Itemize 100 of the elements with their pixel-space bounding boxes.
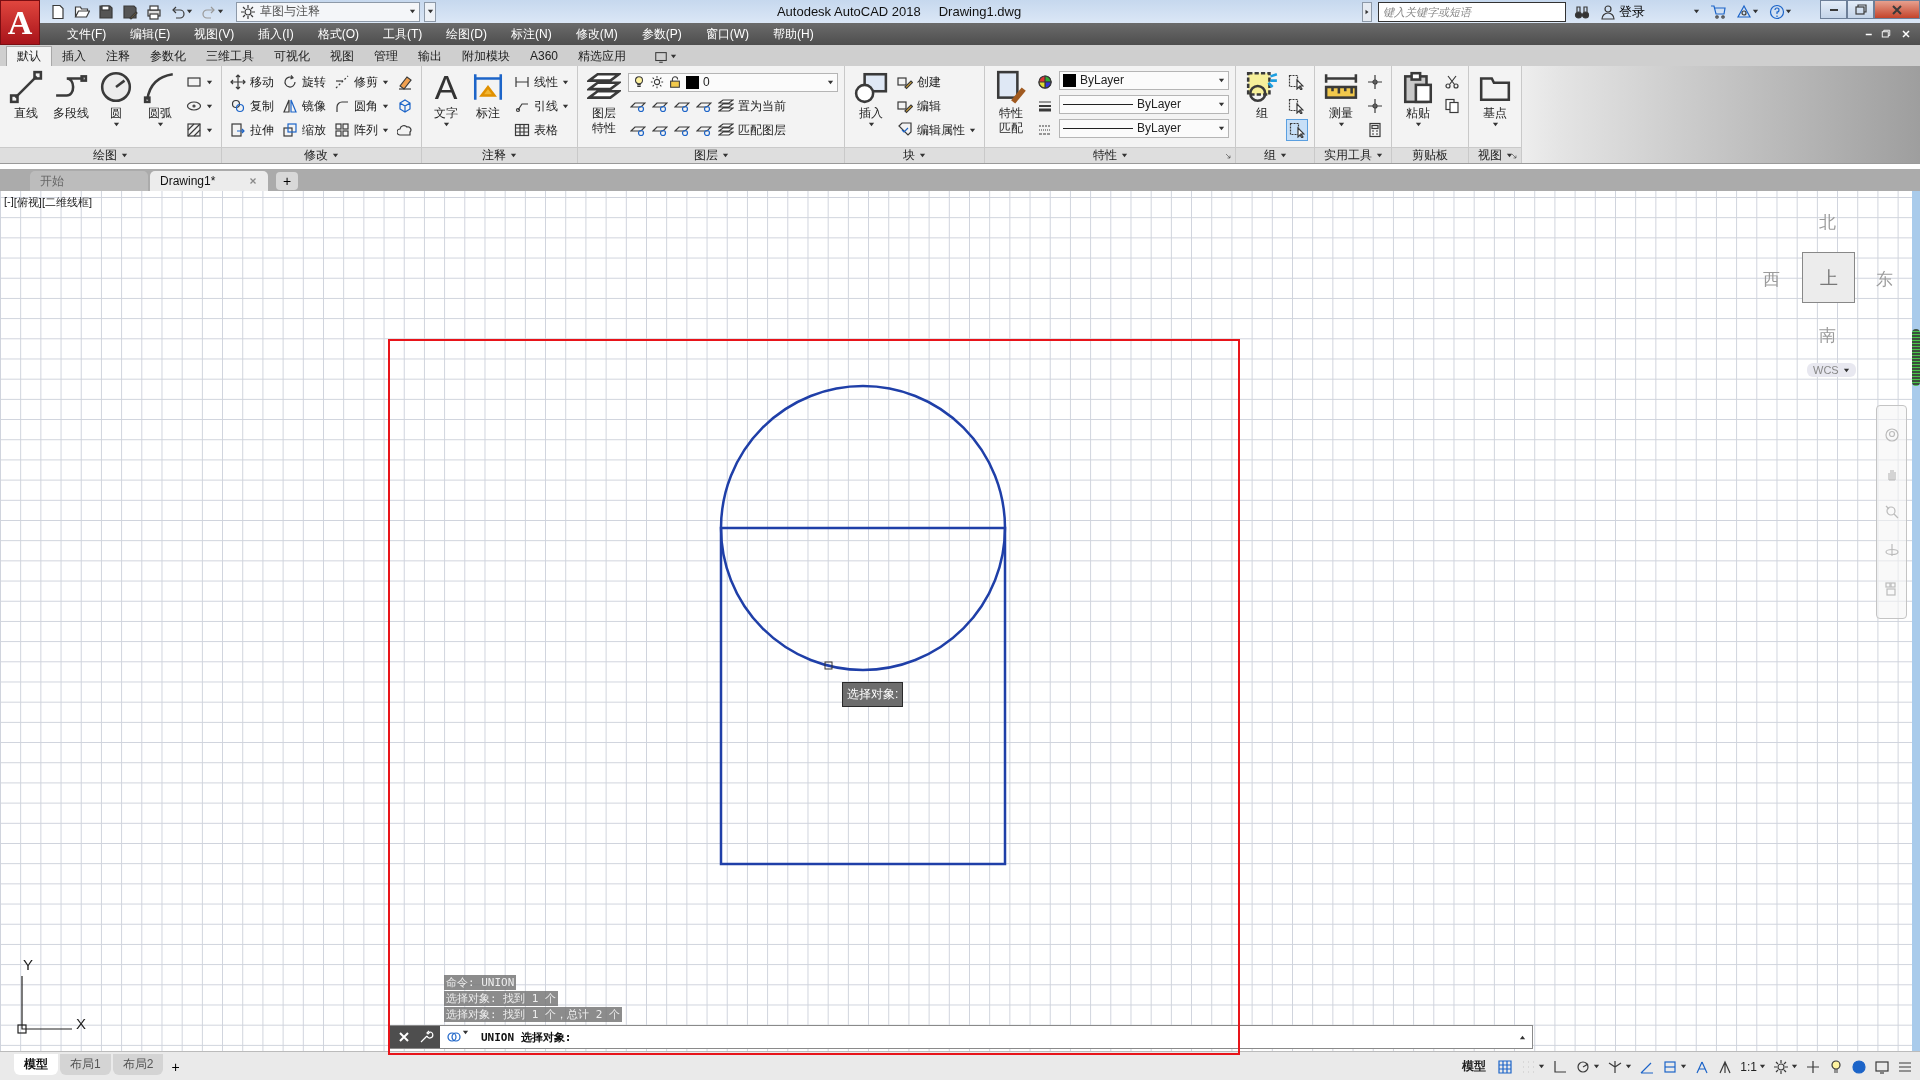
model-space-button[interactable]: 模型 xyxy=(1461,1057,1488,1076)
mirror-triangles-icon xyxy=(282,98,298,114)
cursor-arrow-icon xyxy=(1288,98,1304,114)
property-dropdown[interactable]: ByLayer xyxy=(1059,118,1229,138)
application-menu-button[interactable]: A xyxy=(0,0,40,45)
menu-item[interactable]: 格式(O) xyxy=(305,23,371,45)
tool-button[interactable]: 表格 xyxy=(512,119,560,141)
ribbon-large-button[interactable]: 特性匹配 xyxy=(991,70,1031,136)
status-button[interactable] xyxy=(1850,1057,1868,1076)
tool-button[interactable]: 线性 xyxy=(512,71,571,93)
minimize-button[interactable] xyxy=(1820,0,1847,19)
restore-button[interactable] xyxy=(1847,0,1874,19)
tool-button[interactable]: 旋转 xyxy=(280,71,328,93)
viewport-control-link[interactable]: [-] xyxy=(4,195,14,210)
tool-button[interactable]: 阵列 xyxy=(332,119,391,141)
viewcube-face[interactable]: 上 xyxy=(1802,252,1855,303)
tool-button[interactable]: 编辑 xyxy=(895,95,943,117)
tool-button[interactable]: 置为当前 xyxy=(716,95,788,117)
panel-title[interactable]: 实用工具 xyxy=(1323,147,1372,163)
ribbon-tab[interactable]: 视图 xyxy=(320,47,364,66)
tool-button[interactable] xyxy=(1286,119,1308,141)
tool-button[interactable]: 复制 xyxy=(228,95,276,117)
menu-item[interactable]: 参数(P) xyxy=(629,23,694,45)
new-layout-button[interactable]: + xyxy=(165,1059,186,1075)
tool-button[interactable]: 缩放 xyxy=(280,119,328,141)
expand-button[interactable] xyxy=(1362,1,1372,22)
viewport-control-link[interactable]: [俯视] xyxy=(13,195,42,210)
ribbon-large-button[interactable]: 组 xyxy=(1242,70,1282,121)
tool-button[interactable]: 修剪 xyxy=(332,71,391,93)
customize-button[interactable] xyxy=(424,1,436,22)
ribbon-tab[interactable]: 注释 xyxy=(96,47,140,66)
menu-item[interactable]: 视图(V) xyxy=(182,23,247,45)
panel-title[interactable]: 剪贴板 xyxy=(1412,147,1448,163)
ribbon-tab[interactable]: 输出 xyxy=(408,47,452,66)
panel-title[interactable]: 块 xyxy=(903,147,915,163)
menu-item[interactable]: 修改(M) xyxy=(563,23,630,45)
ribbon-tab[interactable]: A360 xyxy=(520,47,569,66)
tool-button[interactable]: 镜像 xyxy=(280,95,328,117)
panel-title[interactable]: 特性 xyxy=(1092,147,1117,163)
tool-button[interactable]: 引线 xyxy=(512,95,571,117)
menu-item[interactable]: 插入(I) xyxy=(246,23,306,45)
ribbon-tab[interactable]: 插入 xyxy=(52,47,96,66)
property-dropdown[interactable]: ByLayer xyxy=(1059,70,1229,90)
close-button[interactable] xyxy=(1874,0,1920,19)
annotation-scale-button[interactable]: 1:1 xyxy=(1739,1058,1767,1075)
ribbon-tab[interactable]: 可视化 xyxy=(264,47,320,66)
menu-item[interactable]: 文件(F) xyxy=(55,23,119,45)
file-tab[interactable]: Drawing1* xyxy=(150,171,268,191)
property-dropdown[interactable]: ByLayer xyxy=(1059,94,1229,114)
ribbon-tab[interactable]: 默认 xyxy=(6,46,52,66)
ribbon-tab[interactable]: 管理 xyxy=(364,47,408,66)
status-button[interactable] xyxy=(1772,1057,1799,1076)
menu-item[interactable]: 工具(T) xyxy=(371,23,435,45)
ribbon-large-button[interactable]: 标注 xyxy=(468,70,508,121)
workspace-dropdown[interactable]: 草图与注释 xyxy=(236,1,420,22)
tool-button[interactable]: 编辑属性 xyxy=(895,119,978,141)
tool-button[interactable]: 移动 xyxy=(228,71,276,93)
ribbon-tab[interactable]: 三维工具 xyxy=(196,47,264,66)
ribbon-large-button[interactable]: 基点 xyxy=(1475,70,1515,128)
sign-in-button[interactable]: 登录 xyxy=(1598,2,1702,21)
panel-title[interactable]: 视图 xyxy=(1477,147,1502,163)
caret-icon xyxy=(121,152,128,159)
panel-title[interactable]: 组 xyxy=(1263,147,1276,163)
scroll-bar[interactable] xyxy=(1912,191,1920,1051)
ribbon-large-button[interactable]: 直线 xyxy=(6,70,46,121)
ribbon-tab[interactable]: 参数化 xyxy=(140,47,196,66)
new-tab-button[interactable]: + xyxy=(276,172,298,190)
menu-item[interactable]: 编辑(E) xyxy=(118,23,183,45)
dialog-launcher-icon[interactable] xyxy=(1224,152,1232,160)
panel-title[interactable]: 修改 xyxy=(304,147,328,163)
layout-tab[interactable]: 布局2 xyxy=(112,1054,164,1075)
viewport-control-link[interactable]: [二维线框] xyxy=(41,195,93,210)
tool-button[interactable]: 圆角 xyxy=(332,95,391,117)
filled-circle-icon xyxy=(1851,1058,1867,1075)
ribbon-tab[interactable]: 附加模块 xyxy=(452,47,520,66)
tool-button[interactable]: 匹配图层 xyxy=(716,119,788,141)
panel-title[interactable]: 绘图 xyxy=(93,147,117,163)
ribbon-tab[interactable]: 精选应用 xyxy=(568,47,637,66)
menu-item[interactable]: 窗口(W) xyxy=(693,23,761,45)
ribbon-large-button[interactable]: 多段线 xyxy=(50,70,92,121)
layer-dropdown[interactable]: 0 xyxy=(628,72,838,92)
menu-item[interactable]: 标注(N) xyxy=(499,23,564,45)
panel-title[interactable]: 图层 xyxy=(693,147,718,163)
search-field[interactable]: 键入关键字或短语 xyxy=(1378,1,1566,22)
layout-tab[interactable]: 布局1 xyxy=(60,1054,111,1075)
tool-button[interactable]: 创建 xyxy=(895,71,943,93)
dialog-launcher-icon[interactable] xyxy=(1510,152,1518,160)
panel-title[interactable]: 注释 xyxy=(482,147,506,163)
layout-tab[interactable]: 模型 xyxy=(14,1054,58,1075)
ribbon-large-button[interactable]: A 文字 xyxy=(428,70,464,128)
ribbon-large-button[interactable]: 测量 xyxy=(1321,70,1361,128)
ribbon-large-button[interactable]: 插入 xyxy=(851,70,891,128)
scroll-thumb[interactable] xyxy=(1912,329,1920,386)
ribbon-large-button[interactable]: 圆弧 xyxy=(140,70,180,128)
ribbon-large-button[interactable]: 图层特性 xyxy=(584,70,624,136)
menu-item[interactable]: 帮助(H) xyxy=(761,23,826,45)
ribbon-large-button[interactable]: 圆 xyxy=(96,70,136,128)
menu-item[interactable]: 绘图(D) xyxy=(434,23,499,45)
tool-button[interactable]: 拉伸 xyxy=(228,119,276,141)
ribbon-large-button[interactable]: 粘贴 xyxy=(1398,70,1438,128)
